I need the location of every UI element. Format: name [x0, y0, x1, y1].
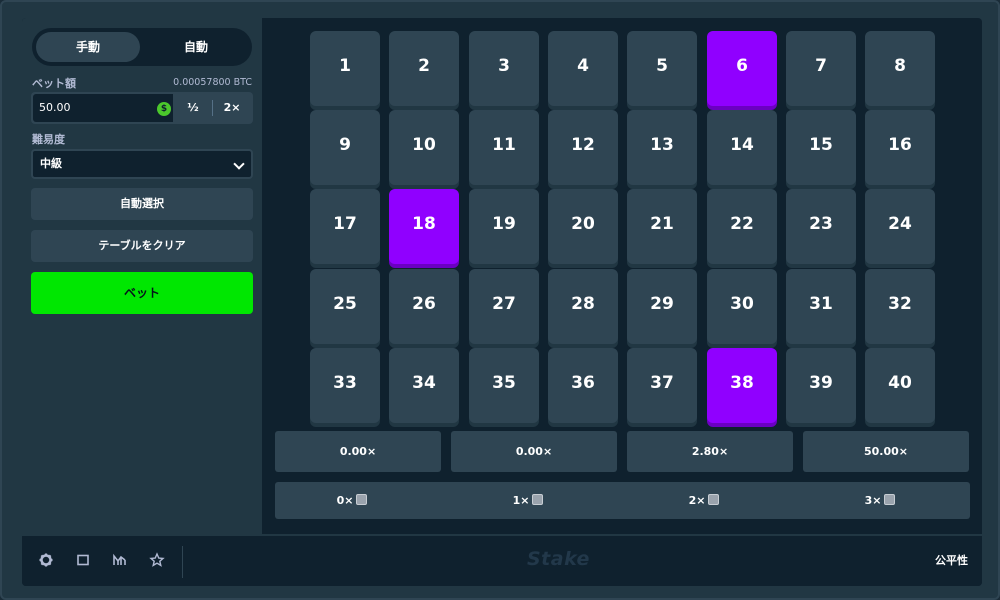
keno-tile[interactable]: 6: [707, 31, 777, 106]
keno-tile[interactable]: 22: [707, 189, 777, 264]
payout-multiplier: 50.00×: [803, 431, 969, 472]
keno-tile[interactable]: 25: [310, 269, 380, 344]
keno-tile[interactable]: 32: [865, 269, 935, 344]
manual-mode-tab[interactable]: 手動: [36, 32, 140, 62]
footer-bar: Stake 公平性: [22, 534, 982, 586]
bet-amount-row: 50.00 $ ½ 2×: [31, 92, 253, 124]
hit-count: 3×: [840, 482, 920, 519]
star-icon[interactable]: [147, 550, 167, 570]
sidebar: 手動 自動 ベット額 0.00057800 BTC 50.00 $ ½ 2× 難…: [22, 18, 262, 534]
difficulty-value: 中級: [40, 157, 62, 170]
keno-tile[interactable]: 21: [627, 189, 697, 264]
footer-divider: [182, 546, 183, 578]
keno-tile[interactable]: 38: [707, 348, 777, 423]
hit-count-label: 3×: [864, 494, 882, 507]
keno-tile[interactable]: 24: [865, 189, 935, 264]
keno-tile[interactable]: 28: [548, 269, 618, 344]
bet-amount-label: ベット額: [32, 77, 76, 90]
gear-icon[interactable]: [36, 550, 56, 570]
keno-tile[interactable]: 33: [310, 348, 380, 423]
keno-tile[interactable]: 12: [548, 110, 618, 185]
keno-tile[interactable]: 23: [786, 189, 856, 264]
payout-multiplier: 0.00×: [275, 431, 441, 472]
hits-bar: 0× 1× 2× 3×: [275, 482, 970, 519]
keno-tile[interactable]: 2: [389, 31, 459, 106]
keno-board: 1 2 3 4 5 6 7 8 9 10 11 12 13 14 15 16 17 18 19 20 21 22 23 24 2…: [262, 18, 982, 534]
keno-tile[interactable]: 16: [865, 110, 935, 185]
keno-tile[interactable]: 5: [627, 31, 697, 106]
keno-tile[interactable]: 17: [310, 189, 380, 264]
gem-icon: [356, 494, 368, 505]
auto-pick-button[interactable]: 自動選択: [31, 188, 253, 220]
double-bet-button[interactable]: 2×: [213, 92, 251, 124]
chevron-down-icon: [233, 158, 245, 170]
keno-tile[interactable]: 7: [786, 31, 856, 106]
keno-tile[interactable]: 36: [548, 348, 618, 423]
clear-table-button[interactable]: テーブルをクリア: [31, 230, 253, 262]
keno-tile[interactable]: 40: [865, 348, 935, 423]
bet-btc-value: 0.00057800 BTC: [173, 77, 252, 88]
gem-icon: [532, 494, 544, 505]
half-bet-button[interactable]: ½: [175, 92, 211, 124]
keno-tile[interactable]: 9: [310, 110, 380, 185]
gem-icon: [708, 494, 720, 505]
hit-count: 2×: [664, 482, 744, 519]
mode-toggle: 手動 自動: [32, 28, 252, 66]
bet-button[interactable]: ベット: [31, 272, 253, 314]
bet-amount-input[interactable]: 50.00 $: [33, 94, 173, 122]
keno-tile[interactable]: 34: [389, 348, 459, 423]
hit-count-label: 0×: [336, 494, 354, 507]
gem-icon: [884, 494, 896, 505]
payout-multiplier: 0.00×: [451, 431, 617, 472]
keno-tile[interactable]: 37: [627, 348, 697, 423]
dollar-coin-icon: $: [157, 102, 171, 116]
difficulty-label: 難易度: [32, 133, 65, 146]
keno-tile[interactable]: 13: [627, 110, 697, 185]
keno-tile[interactable]: 26: [389, 269, 459, 344]
payout-multiplier: 2.80×: [627, 431, 793, 472]
keno-tile[interactable]: 15: [786, 110, 856, 185]
bet-amount-value: 50.00: [39, 101, 71, 114]
fairness-link[interactable]: 公平性: [935, 536, 968, 586]
hit-count-label: 1×: [512, 494, 530, 507]
keno-tile[interactable]: 10: [389, 110, 459, 185]
keno-tile[interactable]: 8: [865, 31, 935, 106]
window-frame: 手動 自動 ベット額 0.00057800 BTC 50.00 $ ½ 2× 難…: [0, 0, 1000, 600]
keno-tile[interactable]: 4: [548, 31, 618, 106]
difficulty-select[interactable]: 中級: [31, 149, 253, 179]
keno-tile[interactable]: 3: [469, 31, 539, 106]
keno-tile[interactable]: 30: [707, 269, 777, 344]
keno-tile[interactable]: 20: [548, 189, 618, 264]
keno-tile[interactable]: 29: [627, 269, 697, 344]
keno-app: 手動 自動 ベット額 0.00057800 BTC 50.00 $ ½ 2× 難…: [22, 18, 982, 586]
stats-icon[interactable]: [110, 550, 130, 570]
keno-tile[interactable]: 31: [786, 269, 856, 344]
square-icon[interactable]: [73, 550, 93, 570]
keno-tile[interactable]: 19: [469, 189, 539, 264]
keno-tile[interactable]: 39: [786, 348, 856, 423]
keno-tile[interactable]: 14: [707, 110, 777, 185]
auto-mode-tab[interactable]: 自動: [144, 32, 248, 62]
stake-logo: Stake: [527, 548, 590, 570]
hit-count-label: 2×: [688, 494, 706, 507]
keno-tile[interactable]: 27: [469, 269, 539, 344]
keno-tile[interactable]: 1: [310, 31, 380, 106]
hit-count: 1×: [488, 482, 568, 519]
keno-tile[interactable]: 35: [469, 348, 539, 423]
keno-tile[interactable]: 11: [469, 110, 539, 185]
hit-count: 0×: [312, 482, 392, 519]
keno-tile[interactable]: 18: [389, 189, 459, 264]
